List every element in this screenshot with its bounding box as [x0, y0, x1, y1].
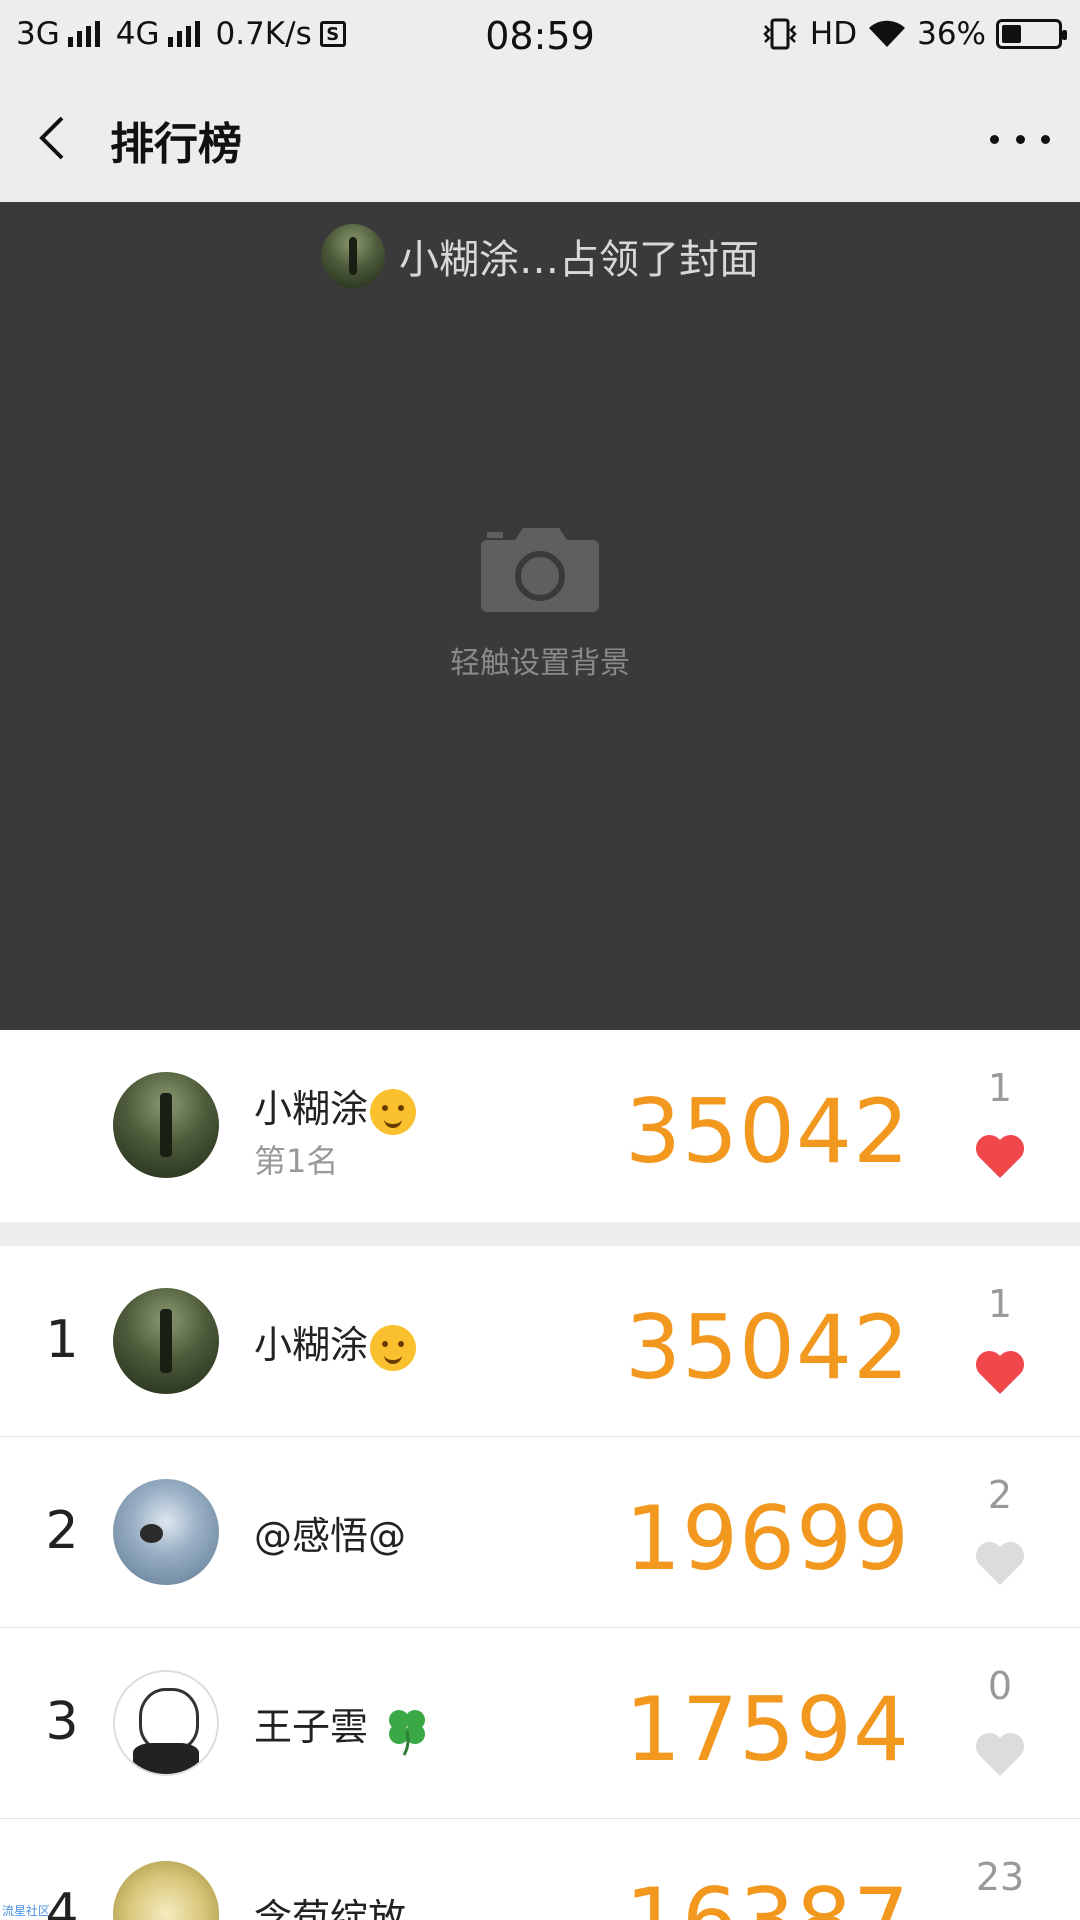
- my-rank-card[interactable]: 小糊涂 第1名 35042 1: [0, 1030, 1080, 1222]
- status-bar: 3G 4G 0.7K/s S 08:59 HD 36%: [0, 0, 1080, 74]
- page-title: 排行榜: [110, 119, 242, 170]
- heart-icon[interactable]: [974, 1348, 1026, 1396]
- nav-bar: 排行榜: [0, 74, 1080, 202]
- rank-number: 1: [45, 1310, 79, 1370]
- heart-icon[interactable]: [974, 1730, 1026, 1778]
- avatar[interactable]: [113, 1670, 219, 1776]
- four-leaf-clover-icon: [389, 1709, 426, 1756]
- like-count: 23: [975, 1855, 1025, 1899]
- ranking-row[interactable]: 1 小糊涂 35042 1: [0, 1246, 1080, 1436]
- step-count: 35042: [625, 1080, 910, 1183]
- avatar[interactable]: [113, 1861, 219, 1920]
- ranking-row[interactable]: 3 王子雲 17594 0: [0, 1628, 1080, 1818]
- user-name-text: 王子雲: [254, 1705, 369, 1749]
- ellipsis-icon[interactable]: [990, 124, 1050, 154]
- rank-number: 2: [45, 1501, 79, 1561]
- like-count: 1: [987, 1066, 1013, 1110]
- ranking-row[interactable]: 2 @感悟@ 19699 2: [0, 1437, 1080, 1627]
- user-name-text: 小糊涂: [254, 1323, 369, 1367]
- avatar: [321, 224, 385, 288]
- chevron-left-icon[interactable]: [30, 114, 78, 162]
- set-background-hint[interactable]: 轻触设置背景: [0, 638, 1080, 682]
- user-name-text: 小糊涂: [254, 1087, 369, 1131]
- like-count: 1: [987, 1282, 1013, 1326]
- step-count: 16387: [625, 1869, 910, 1920]
- my-position: 第1名: [254, 1142, 339, 1180]
- ranking-list: 1 小糊涂 35042 1 2 @感悟@ 19699 2 3 王子雲 17594…: [0, 1246, 1080, 1920]
- battery-percent: 36%: [917, 16, 986, 52]
- avatar[interactable]: [113, 1479, 219, 1585]
- step-count: 19699: [625, 1487, 910, 1590]
- like-count: 0: [987, 1664, 1013, 1708]
- battery-icon: [996, 19, 1067, 49]
- vibrate-icon: [763, 18, 797, 50]
- cover-area[interactable]: 小糊涂…占领了封面 轻触设置背景: [0, 202, 1080, 1030]
- cover-owner: 小糊涂…占领了封面: [0, 224, 1080, 288]
- user-name: 王子雲: [254, 1696, 434, 1757]
- status-right: HD 36%: [760, 16, 1067, 52]
- my-rank-row[interactable]: 小糊涂 第1名 35042 1: [0, 1030, 1080, 1220]
- cover-owner-text: 小糊涂…占领了封面: [399, 237, 759, 283]
- wifi-icon: [869, 20, 906, 47]
- ranking-row[interactable]: 4 含苞绽放 16387 23: [0, 1819, 1080, 1920]
- watermark: 流星社区: [2, 1904, 51, 1918]
- like-count: 2: [987, 1473, 1013, 1517]
- camera-icon[interactable]: [479, 522, 601, 612]
- user-name: 小糊涂: [254, 1078, 417, 1135]
- avatar[interactable]: [113, 1072, 219, 1178]
- user-name: 小糊涂: [254, 1314, 417, 1371]
- step-count: 17594: [625, 1678, 910, 1781]
- hugging-face-emoji: [370, 1324, 417, 1371]
- step-count: 35042: [625, 1296, 910, 1399]
- avatar[interactable]: [113, 1288, 219, 1394]
- hugging-face-emoji: [370, 1088, 417, 1135]
- user-name: @感悟@: [254, 1514, 407, 1558]
- hd-label: HD: [809, 16, 858, 52]
- user-name: 含苞绽放: [254, 1896, 407, 1920]
- heart-icon[interactable]: [974, 1539, 1026, 1587]
- heart-icon[interactable]: [974, 1132, 1026, 1180]
- rank-number: 3: [45, 1692, 79, 1752]
